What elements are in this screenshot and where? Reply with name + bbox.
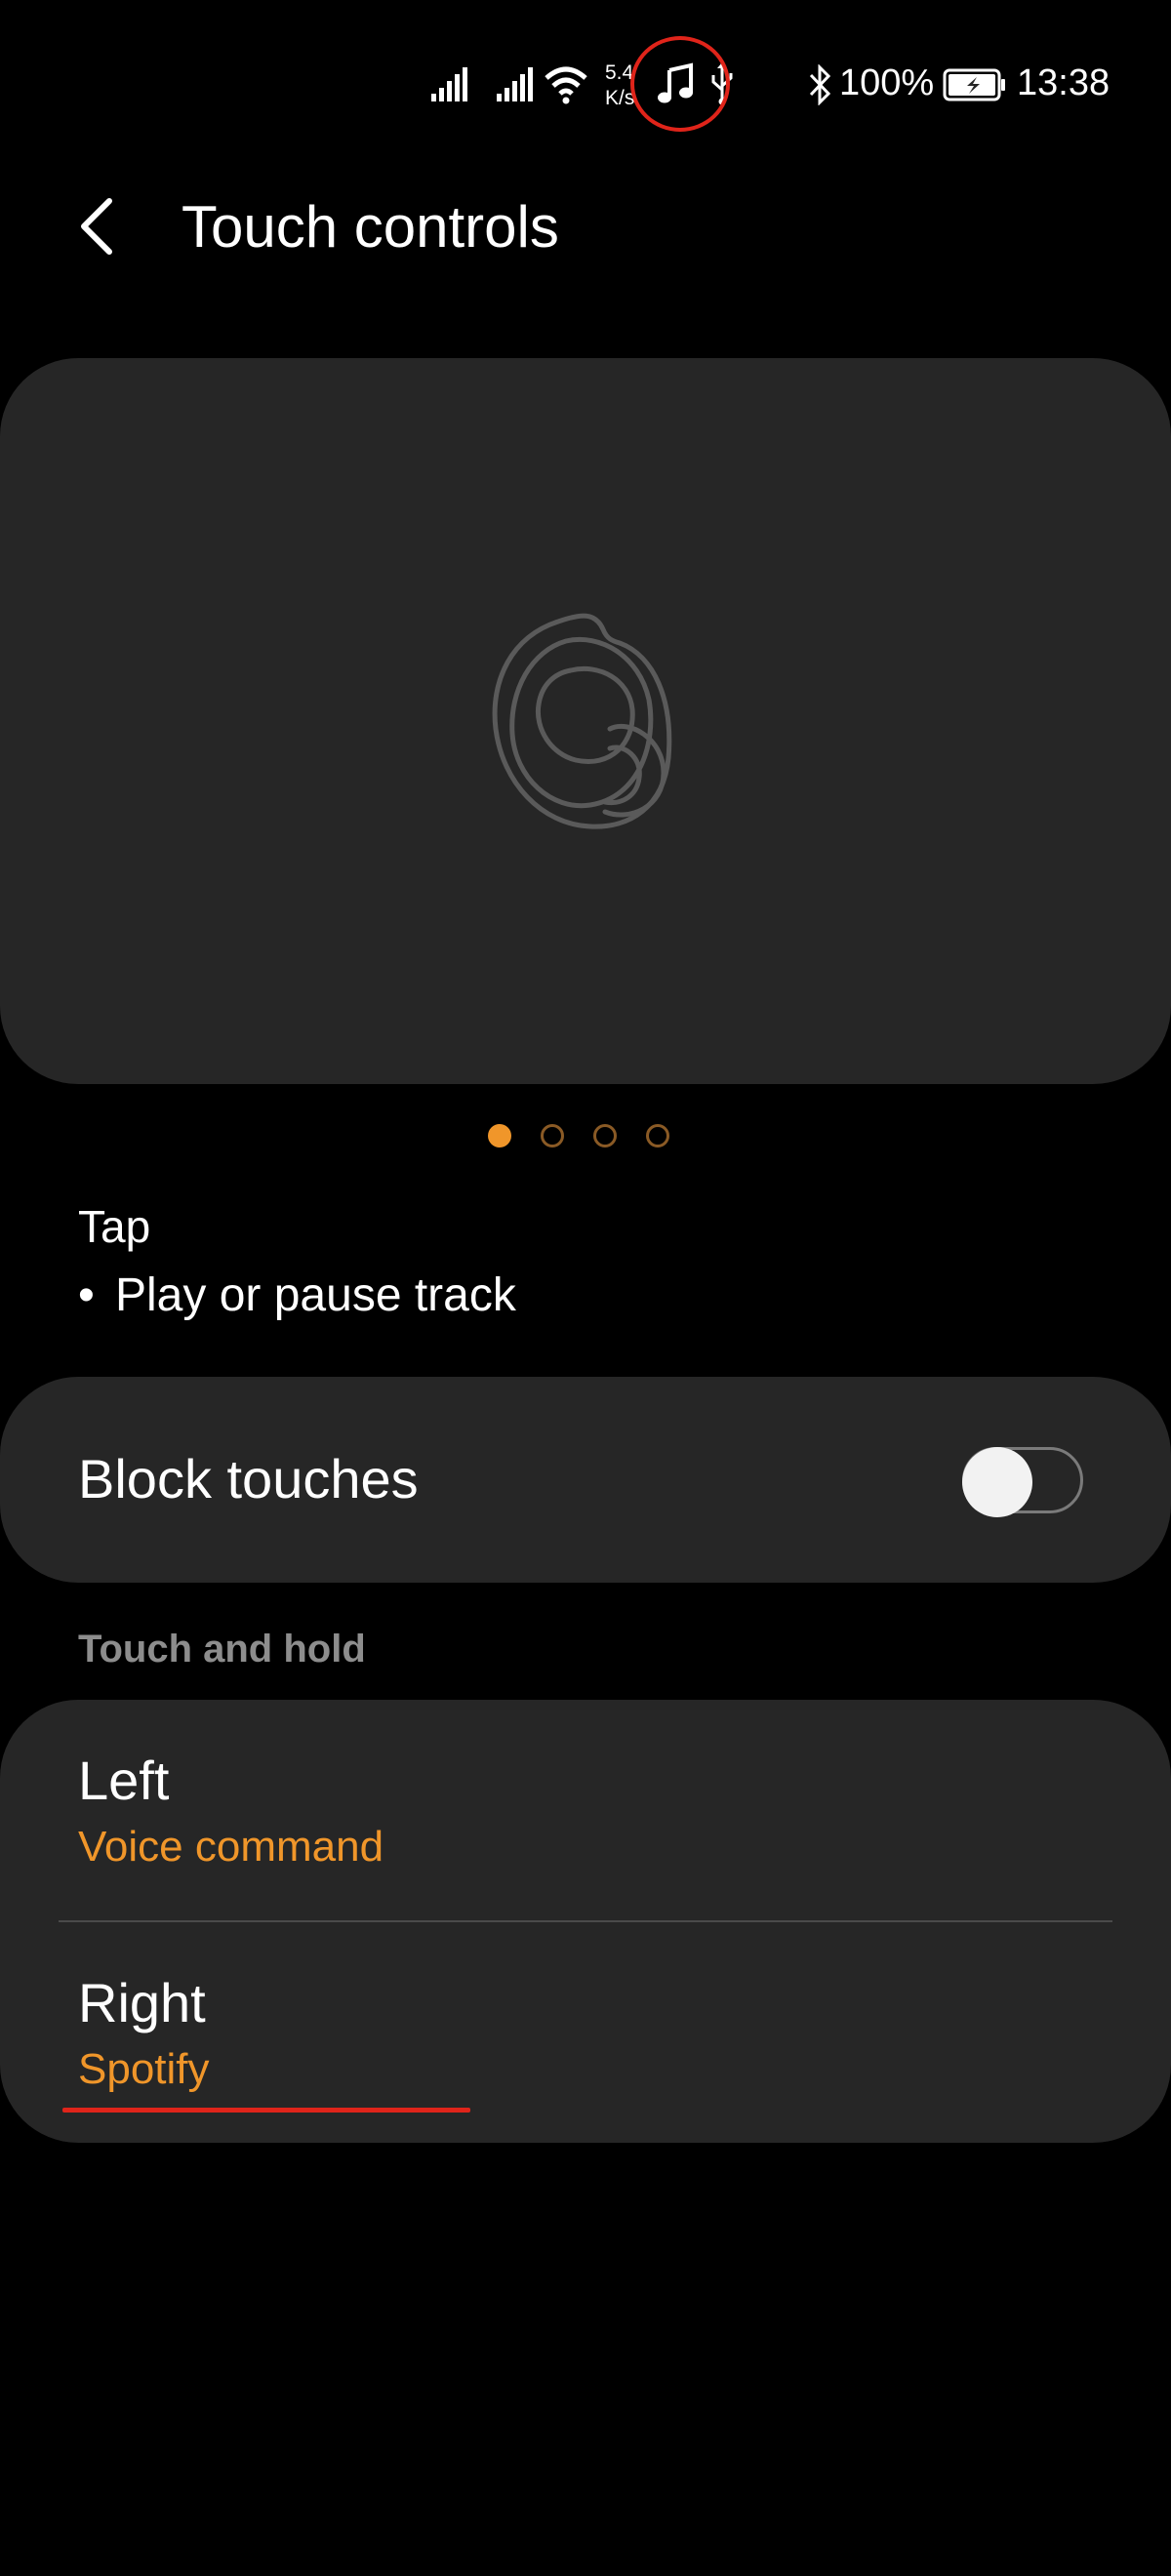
status-bar: 5.4 K/s 100% 13:38 bbox=[0, 0, 1171, 176]
page-dot[interactable] bbox=[541, 1124, 564, 1147]
block-touches-row[interactable]: Block touches bbox=[0, 1377, 1171, 1583]
touch-and-hold-header: Touch and hold bbox=[78, 1628, 366, 1670]
toggle-knob bbox=[962, 1447, 1032, 1517]
page-title: Touch controls bbox=[182, 194, 559, 260]
back-button[interactable] bbox=[70, 195, 125, 258]
tap-title: Tap bbox=[78, 1201, 151, 1252]
battery-charging-icon bbox=[943, 68, 1005, 101]
clock: 13:38 bbox=[1017, 62, 1110, 103]
cellular-signal-icon bbox=[431, 67, 467, 101]
wifi-icon bbox=[545, 66, 587, 104]
earbud-illustration-card[interactable] bbox=[0, 358, 1171, 1084]
tap-action-text: Play or pause track bbox=[115, 1269, 516, 1321]
bluetooth-icon bbox=[809, 64, 831, 105]
touch-and-hold-card: Left Voice command Right Spotify bbox=[0, 1700, 1171, 2143]
right-title: Right bbox=[78, 1972, 206, 2033]
battery-percent: 100% bbox=[839, 62, 935, 103]
page-dot-active[interactable] bbox=[488, 1124, 511, 1147]
cellular-signal-icon bbox=[497, 67, 533, 101]
bullet-icon: • bbox=[78, 1269, 95, 1321]
left-value: Voice command bbox=[78, 1823, 384, 1871]
page-dot[interactable] bbox=[593, 1124, 617, 1147]
block-touches-label: Block touches bbox=[78, 1448, 419, 1509]
annotation-underline bbox=[62, 2108, 470, 2113]
page-indicator bbox=[488, 1122, 683, 1151]
block-touches-toggle[interactable] bbox=[962, 1447, 1083, 1517]
annotation-circle bbox=[630, 36, 730, 132]
earbud-icon bbox=[492, 613, 672, 829]
page-dot[interactable] bbox=[646, 1124, 669, 1147]
left-title: Left bbox=[78, 1750, 170, 1811]
left-setting-row[interactable]: Left Voice command bbox=[0, 1700, 1171, 1920]
right-value: Spotify bbox=[78, 2045, 210, 2093]
tap-action: • Play or pause track bbox=[78, 1268, 516, 1322]
